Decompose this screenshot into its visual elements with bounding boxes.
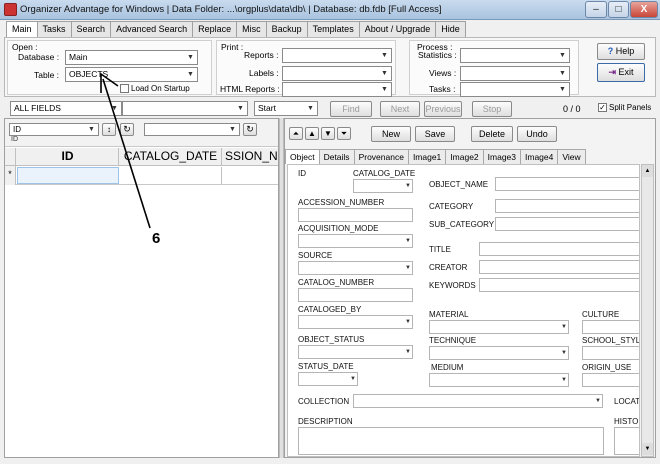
annotation-arrow-line (102, 78, 151, 229)
annotation-callout-number: 6 (152, 230, 161, 247)
annotation-arrow-head (100, 72, 119, 93)
annotation-overlay (100, 72, 151, 229)
